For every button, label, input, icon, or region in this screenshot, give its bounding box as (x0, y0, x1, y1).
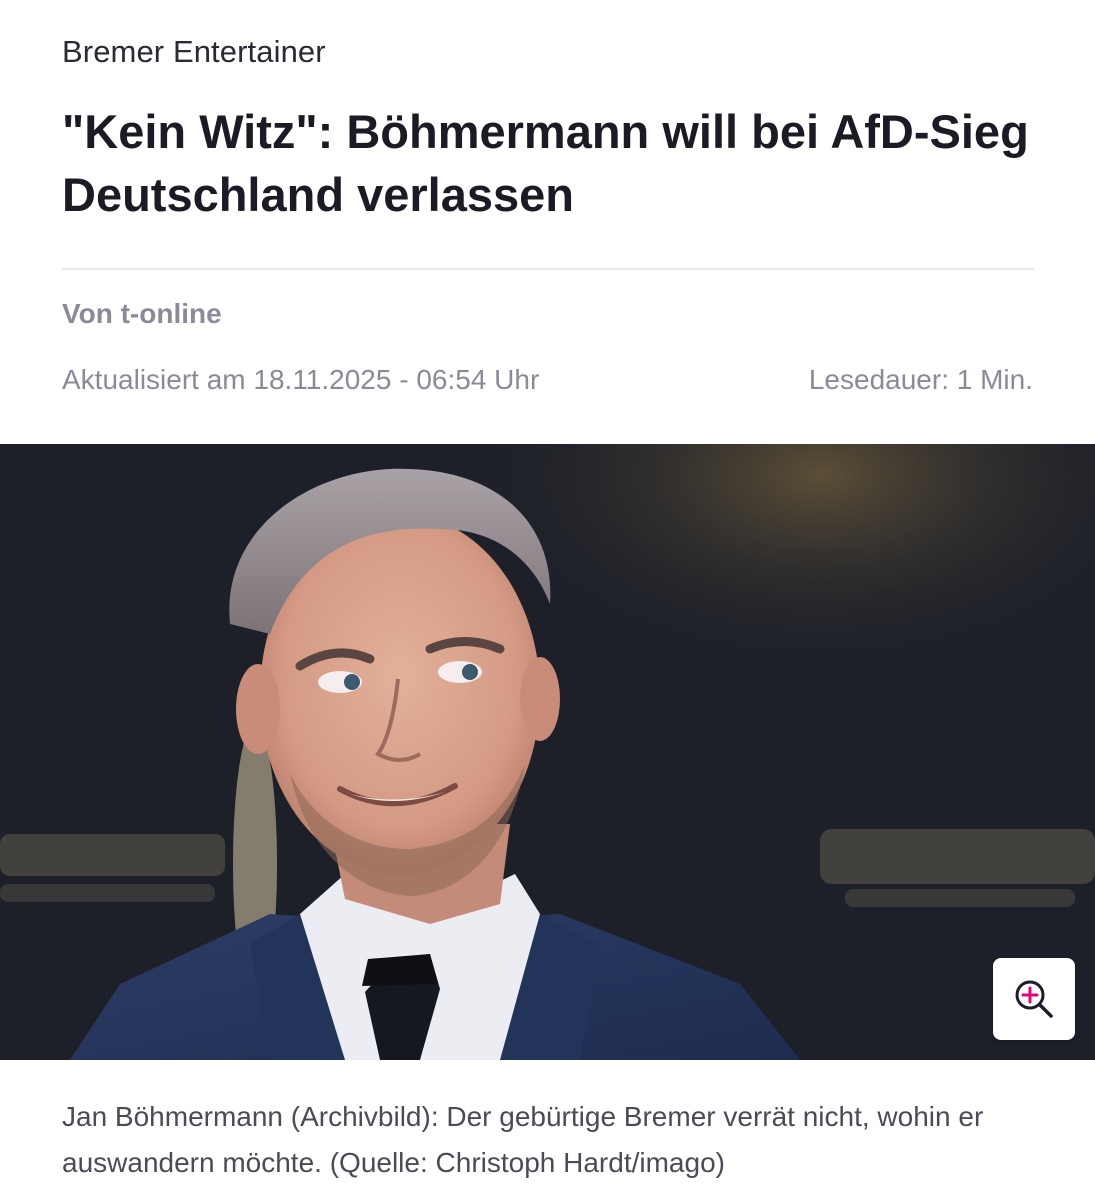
article-kicker: Bremer Entertainer (62, 34, 326, 69)
article-photo[interactable] (0, 444, 1095, 1060)
article-updated-date: Aktualisiert am 18.11.2025 - 06:54 Uhr (62, 364, 540, 395)
article-author[interactable]: Von t-online (62, 298, 222, 330)
article-read-time: Lesedauer: 1 Min. (808, 364, 1033, 395)
article-headline: "Kein Witz": Böhmermann will bei AfD-Sie… (62, 105, 1029, 221)
portrait-illustration (0, 444, 1095, 1060)
zoom-button[interactable] (993, 958, 1075, 1040)
header-divider (62, 268, 1034, 270)
photo-caption: Jan Böhmermann (Archivbild): Der gebürti… (62, 1101, 984, 1178)
zoom-in-icon (1015, 980, 1053, 1018)
